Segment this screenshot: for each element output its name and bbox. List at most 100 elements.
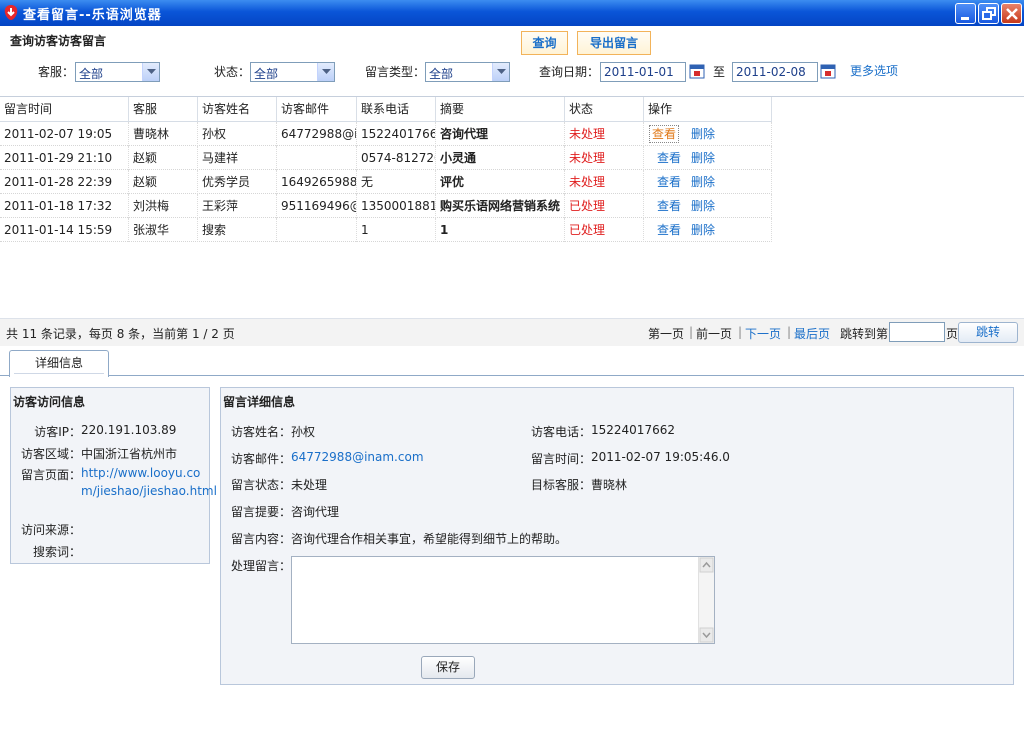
window-title: 查看留言--乐语浏览器 [23,8,162,23]
type-label: 留言类型： [365,65,426,79]
date-from-input[interactable]: 2011-01-01 [600,62,686,82]
date-to-input[interactable]: 2011-02-08 [732,62,818,82]
last-page-link[interactable]: 最后页 [794,325,830,342]
page-link[interactable]: m/jieshao/jieshao.html [81,484,217,498]
table-row[interactable]: 2011-01-14 15:59 张淑华 搜索 1 1 已处理 查看 删除 [0,218,772,242]
table-row[interactable]: 2011-01-29 21:10赵颖马建祥 0574-81272000小灵通未处理… [0,146,772,170]
delete-link[interactable]: 删除 [691,146,715,170]
view-link[interactable]: 查看 [657,218,681,242]
message-grid: 留言时间 客服 访客姓名 访客邮件 联系电话 摘要 状态 操作 2011-02-… [0,96,1024,346]
summary-value: 咨询代理 [291,505,340,519]
calendar-icon[interactable] [820,63,836,79]
cell-name: 孙权 [198,122,277,146]
region-value: 中国浙江省杭州市 [81,447,178,461]
service-select-value: 全部 [79,67,104,81]
status-select[interactable]: 全部 [250,62,335,82]
visitor-name-label: 访客姓名： [230,425,291,439]
column-header-time[interactable]: 留言时间 [0,97,129,121]
message-time-value: 2011-02-07 19:05:46.0 [591,450,730,464]
type-select-value: 全部 [429,67,454,81]
view-link[interactable]: 查看 [657,146,681,170]
pager-separator: | [738,325,743,339]
next-page-link[interactable]: 下一页 [745,325,781,342]
cell-status: 未处理 [565,146,644,170]
jump-label: 跳转到第 [840,327,889,341]
chevron-down-icon[interactable] [142,63,159,81]
visitor-phone-label: 访客电话： [530,425,591,439]
message-time-label: 留言时间： [530,452,591,466]
column-header-name[interactable]: 访客姓名 [198,97,277,121]
cell-summary: 购买乐语网络营销系统 [436,194,565,218]
date-to-label: 至 [713,65,726,79]
summary-label: 留言提要： [230,505,291,519]
service-select[interactable]: 全部 [75,62,160,82]
type-select[interactable]: 全部 [425,62,510,82]
visitor-panel-title: 访客访问信息 [13,395,86,409]
view-link[interactable]: 查看 [657,194,681,218]
handle-label: 处理留言： [230,559,291,573]
cell-actions: 查看 删除 [644,146,772,170]
visitor-info-panel: 访客访问信息 访客IP： 220.191.103.89 访客区域： 中国浙江省杭… [10,387,217,564]
cell-service: 赵颖 [129,170,198,194]
column-header-service[interactable]: 客服 [129,97,198,121]
cell-name: 马建祥 [198,146,277,170]
cell-phone: 0574-81272000 [357,146,436,170]
page-link[interactable]: http://www.looyu.co [81,466,200,480]
delete-link[interactable]: 删除 [691,218,715,242]
cell-email [277,146,357,170]
table-row[interactable]: 2011-01-18 17:32刘洪梅王彩萍951169496@qq.com13… [0,194,772,218]
column-header-email[interactable]: 访客邮件 [277,97,357,121]
query-title: 查询访客访客留言 [10,34,107,48]
close-icon [1006,8,1018,20]
tab-detail[interactable]: 详细信息 [9,350,109,377]
prev-page-link[interactable]: 前一页 [696,325,732,342]
cell-phone: 15224017662 [357,122,436,146]
calendar-icon[interactable] [689,63,705,79]
cell-name: 优秀学员 [198,170,277,194]
more-options-link[interactable]: 更多选项 [850,62,898,79]
app-logo-icon [4,5,18,20]
handle-comment-textarea[interactable] [291,556,715,644]
view-link[interactable]: 查看 [657,170,681,194]
delete-link[interactable]: 删除 [691,122,715,146]
detail-tab-strip: 详细信息 [0,347,1024,377]
jump-button[interactable]: 跳转 [958,322,1018,343]
textarea-scrollbar[interactable] [698,557,714,643]
cell-summary: 评优 [436,170,565,194]
chevron-down-icon[interactable] [317,63,334,81]
close-button[interactable] [1001,3,1022,24]
title-bar[interactable]: 查看留言--乐语浏览器 [0,0,1024,26]
restore-button[interactable] [978,3,999,24]
pager-separator: | [787,325,792,339]
column-header-summary[interactable]: 摘要 [436,97,565,121]
chevron-down-icon[interactable] [492,63,509,81]
minimize-icon [961,17,969,20]
delete-link[interactable]: 删除 [691,194,715,218]
visitor-email-label: 访客邮件： [230,452,291,466]
column-header-status[interactable]: 状态 [565,97,644,121]
service-label: 客服： [38,65,75,79]
ip-value: 220.191.103.89 [81,423,177,437]
date-label: 查询日期： [539,65,600,79]
visitor-email-link[interactable]: 64772988@inam.com [291,450,424,464]
export-button[interactable]: 导出留言 [577,31,651,55]
cell-service: 刘洪梅 [129,194,198,218]
minimize-button[interactable] [955,3,976,24]
cell-service: 张淑华 [129,218,198,242]
jump-page-input[interactable] [889,322,945,342]
table-row[interactable]: 2011-02-07 19:05曹晓林孙权64772988@inam.com15… [0,122,772,146]
pager: 共 11 条记录，每页 8 条，当前第 1 / 2 页 第一页 | 前一页 | … [0,318,1024,346]
cell-actions: 查看 删除 [644,218,772,242]
column-header-phone[interactable]: 联系电话 [357,97,436,121]
first-page-link[interactable]: 第一页 [648,325,684,342]
target-service-value: 曹晓林 [591,478,628,492]
view-link[interactable]: 查看 [649,125,680,143]
page-label: 留言页面： [20,468,81,482]
table-row[interactable]: 2011-01-28 22:39赵颖优秀学员1649265988@qq.com无… [0,170,772,194]
window: 查看留言--乐语浏览器 查询访客访客留言 查询 导出留言 客服： 全部 状态： … [0,0,1024,738]
restore-icon [982,7,996,20]
delete-link[interactable]: 删除 [691,170,715,194]
search-button[interactable]: 查询 [521,31,568,55]
save-button[interactable]: 保存 [421,656,475,679]
cell-name: 搜索 [198,218,277,242]
